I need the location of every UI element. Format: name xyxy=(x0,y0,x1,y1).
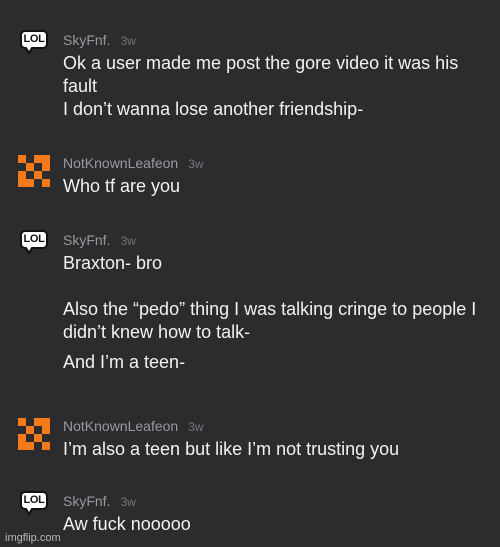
comment-username[interactable]: SkyFnf. 3w xyxy=(63,232,136,249)
bubble-tail-fill xyxy=(26,507,32,512)
comment-paragraph: Ok a user made me post the gore video it… xyxy=(63,53,459,96)
pixel-avatar-icon[interactable] xyxy=(18,418,52,452)
lol-avatar-icon[interactable]: LOL xyxy=(18,491,52,525)
comment-paragraph: I don’t wanna lose another friendship- xyxy=(63,99,364,119)
comment-body: Braxton- bro Also the “pedo” thing I was… xyxy=(63,252,493,374)
comment-timestamp: 3w xyxy=(188,420,204,434)
comment-body: Ok a user made me post the gore video it… xyxy=(63,52,493,121)
bubble-tail-fill xyxy=(26,246,32,251)
username-text: SkyFnf. xyxy=(63,232,111,248)
comment-username[interactable]: NotKnownLeafeon 3w xyxy=(63,418,204,435)
comment-body: I’m also a teen but like I’m not trustin… xyxy=(63,438,493,461)
lol-avatar-icon[interactable]: LOL xyxy=(18,230,52,264)
comment-timestamp: 3w xyxy=(120,495,136,509)
bubble-tail-fill xyxy=(26,46,32,51)
comment-paragraph: Who tf are you xyxy=(63,176,181,196)
username-text: NotKnownLeafeon xyxy=(63,155,179,171)
comment-paragraph: And I’m a teen- xyxy=(63,352,186,372)
comment-username[interactable]: SkyFnf. 3w xyxy=(63,32,136,49)
comment-body: Who tf are you xyxy=(63,175,493,198)
comment-timestamp: 3w xyxy=(188,157,204,171)
pixel-avatar-icon[interactable] xyxy=(18,155,52,189)
comment-timestamp: 3w xyxy=(120,234,136,248)
username-text: SkyFnf. xyxy=(63,32,111,48)
comment-paragraph: I’m also a teen but like I’m not trustin… xyxy=(63,439,400,459)
comment-paragraph: Aw fuck nooooo xyxy=(63,514,191,534)
comment-paragraph: Braxton- bro xyxy=(63,253,163,273)
watermark: imgflip.com xyxy=(5,532,61,544)
username-text: SkyFnf. xyxy=(63,493,111,509)
comment-username[interactable]: SkyFnf. 3w xyxy=(63,493,136,510)
comment-paragraph: Also the “pedo” thing I was talking crin… xyxy=(63,299,477,342)
username-text: NotKnownLeafeon xyxy=(63,418,179,434)
comment-timestamp: 3w xyxy=(120,34,136,48)
comment-username[interactable]: NotKnownLeafeon 3w xyxy=(63,155,204,172)
comment-body: Aw fuck nooooo xyxy=(63,513,493,536)
lol-avatar-icon[interactable]: LOL xyxy=(18,30,52,64)
